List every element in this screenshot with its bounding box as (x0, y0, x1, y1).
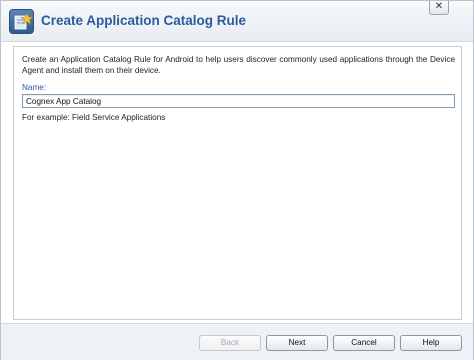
dialog-header: Create Application Catalog Rule ✕ (1, 1, 473, 42)
next-button[interactable]: Next (266, 335, 328, 351)
example-hint: For example: Field Service Applications (22, 113, 166, 122)
cancel-button[interactable]: Cancel (333, 335, 395, 351)
back-button[interactable]: Back (199, 335, 261, 351)
close-icon[interactable]: ✕ (429, 1, 449, 15)
form-panel: Create an Application Catalog Rule for A… (13, 46, 462, 320)
dialog-footer: Back Next Cancel Help (1, 323, 473, 360)
help-button[interactable]: Help (400, 335, 462, 351)
name-input[interactable] (22, 94, 455, 108)
name-label: Name: (22, 83, 47, 92)
dialog-title: Create Application Catalog Rule (41, 13, 247, 28)
rule-description: Create an Application Catalog Rule for A… (22, 55, 455, 75)
create-rule-dialog: Create Application Catalog Rule ✕ Create… (0, 0, 474, 360)
catalog-star-icon (9, 9, 34, 34)
